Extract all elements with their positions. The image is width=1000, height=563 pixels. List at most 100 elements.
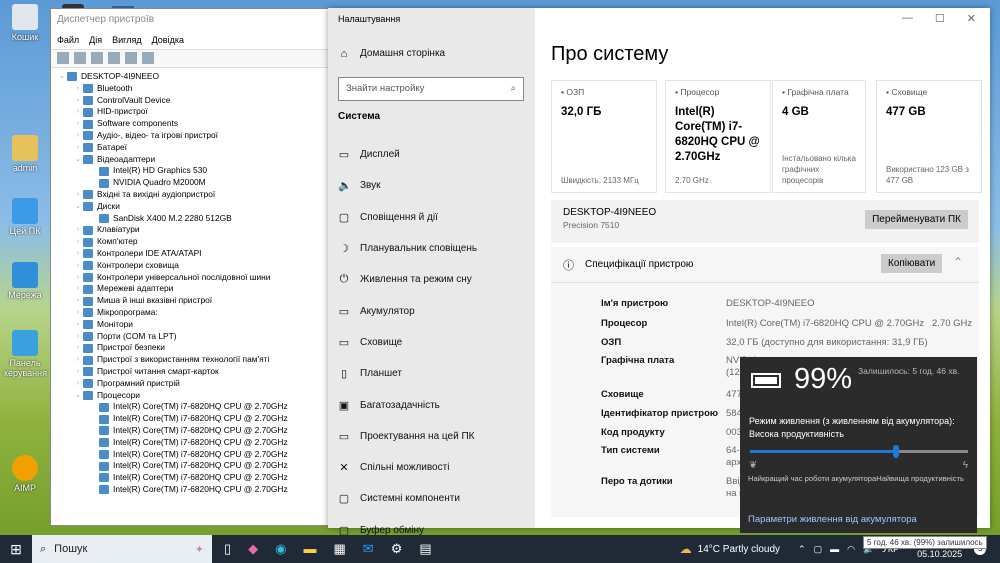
tree-category[interactable]: › HID-пристрої — [51, 106, 329, 118]
tree-root[interactable]: ⌄ DESKTOP-4I9NEEO — [51, 71, 329, 83]
help-icon[interactable] — [108, 52, 120, 64]
meet-icon[interactable]: ▢ — [814, 544, 823, 555]
tree-device[interactable]: Intel(R) Core(TM) i7-6820HQ CPU @ 2.70GH… — [51, 437, 329, 449]
expand-arrow-icon[interactable]: › — [73, 331, 83, 343]
outlook-icon[interactable]: ✉ — [363, 541, 374, 557]
expand-arrow-icon[interactable]: ⌄ — [57, 71, 67, 83]
tree-category[interactable]: › Батареї — [51, 142, 329, 154]
tree-category[interactable]: › Монітори — [51, 319, 329, 331]
clock-date[interactable]: 05.10.2025 — [917, 549, 962, 559]
collapse-chevron-icon[interactable]: ⌃ — [953, 255, 963, 269]
edge-icon[interactable]: ◉ — [275, 541, 286, 557]
tree-category[interactable]: ⌄ Процесори — [51, 390, 329, 402]
taskbar-search[interactable]: ⌕ Пошук ✦ — [32, 535, 212, 563]
expand-arrow-icon[interactable]: ⌄ — [73, 390, 83, 402]
expand-arrow-icon[interactable]: › — [73, 283, 83, 295]
tree-category[interactable]: › Software components — [51, 118, 329, 130]
tree-device[interactable]: Intel(R) Core(TM) i7-6820HQ CPU @ 2.70GH… — [51, 425, 329, 437]
explorer-icon[interactable]: ▬ — [304, 541, 317, 557]
expand-arrow-icon[interactable]: › — [73, 295, 83, 307]
nav-item[interactable]: 🔈 Звук — [328, 170, 535, 201]
menu-view[interactable]: Вигляд — [112, 35, 142, 45]
expand-arrow-icon[interactable]: ⌄ — [73, 201, 83, 213]
menu-action[interactable]: Дія — [89, 35, 102, 45]
device-manager-taskbar-icon[interactable]: ▤ — [419, 541, 431, 557]
tree-category[interactable]: › Контролери IDE ATA/ATAPI — [51, 248, 329, 260]
rename-pc-button[interactable]: Перейменувати ПК — [865, 210, 968, 229]
nav-item[interactable]: ▣ Багатозадачність — [328, 389, 535, 420]
desktop-icon-admin[interactable]: admin — [4, 135, 46, 173]
store-icon[interactable]: ▦ — [334, 541, 346, 557]
expand-arrow-icon[interactable]: › — [73, 236, 83, 248]
expand-arrow-icon[interactable]: › — [73, 189, 83, 201]
back-icon[interactable] — [57, 52, 69, 64]
nav-item[interactable]: ▭ Дисплей — [328, 139, 535, 170]
expand-arrow-icon[interactable]: › — [73, 354, 83, 366]
tree-category[interactable]: › Пристрої безпеки — [51, 342, 329, 354]
tree-category[interactable]: › Контролери сховища — [51, 260, 329, 272]
tree-device[interactable]: Intel(R) Core(TM) i7-6820HQ CPU @ 2.70GH… — [51, 484, 329, 496]
nav-item[interactable]: ▯ Планшет — [328, 358, 535, 389]
expand-arrow-icon[interactable]: › — [73, 248, 83, 260]
expand-arrow-icon[interactable]: › — [73, 319, 83, 331]
battery-tray-icon[interactable]: ▬ — [830, 544, 839, 554]
battery-settings-link[interactable]: Параметри живлення від акумулятора — [748, 514, 917, 525]
power-mode-slider[interactable] — [750, 445, 968, 458]
tree-category[interactable]: › Клавіатури — [51, 224, 329, 236]
tree-device[interactable]: SanDisk X400 M.2 2280 512GB — [51, 213, 329, 225]
menu-help[interactable]: Довідка — [152, 35, 184, 45]
settings-search-input[interactable]: Знайти настройку ⌕ — [338, 77, 524, 101]
settings-icon[interactable]: ⚙ — [391, 541, 403, 557]
wifi-icon[interactable]: ◠ — [847, 544, 855, 555]
nav-item[interactable]: ▭ Проектування на цей ПК — [328, 421, 535, 452]
tree-device[interactable]: Intel(R) HD Graphics 530 — [51, 165, 329, 177]
expand-arrow-icon[interactable]: › — [73, 260, 83, 272]
tree-category[interactable]: ⌄ Диски — [51, 201, 329, 213]
tree-device[interactable]: Intel(R) Core(TM) i7-6820HQ CPU @ 2.70GH… — [51, 460, 329, 472]
nav-item[interactable]: ▢ Системні компоненти — [328, 483, 535, 514]
tree-category[interactable]: › Пристрої з використанням технології пам… — [51, 354, 329, 366]
expand-arrow-icon[interactable]: › — [73, 342, 83, 354]
tree-device[interactable]: Intel(R) Core(TM) i7-6820HQ CPU @ 2.70GH… — [51, 401, 329, 413]
tree-category[interactable]: › Аудіо-, відео- та ігрові пристрої — [51, 130, 329, 142]
tree-category[interactable]: › Контролери універсальної послідовної ши… — [51, 272, 329, 284]
monitor-icon[interactable] — [142, 52, 154, 64]
tree-category[interactable]: › Миша й інші вказівні пристрої — [51, 295, 329, 307]
desktop-icon-control-panel[interactable]: Панель керування — [4, 330, 47, 378]
nav-item[interactable]: ⏻ Живлення та режим сну — [328, 264, 535, 295]
expand-arrow-icon[interactable]: › — [73, 130, 83, 142]
tree-category[interactable]: › Мікропрограма: — [51, 307, 329, 319]
home-link[interactable]: ⌂ Домашня сторінка — [328, 38, 535, 69]
weather-text[interactable]: 14°C Partly cloudy — [698, 544, 780, 555]
nav-item[interactable]: ▢ Сповіщення й дії — [328, 202, 535, 233]
copilot-app-icon[interactable]: ◆ — [248, 541, 258, 557]
expand-arrow-icon[interactable]: › — [73, 83, 83, 95]
tree-device[interactable]: Intel(R) Core(TM) i7-6820HQ CPU @ 2.70GH… — [51, 449, 329, 461]
tree-category[interactable]: › Вхідні та вихідні аудіопристрої — [51, 189, 329, 201]
nav-item[interactable]: ✕ Спільні можливості — [328, 452, 535, 483]
desktop-icon-network[interactable]: Мережа — [4, 262, 46, 300]
expand-arrow-icon[interactable]: › — [73, 366, 83, 378]
expand-arrow-icon[interactable]: ⌄ — [73, 154, 83, 166]
desktop-icon-aimp[interactable]: AIMP — [4, 455, 46, 493]
tree-device[interactable]: Intel(R) Core(TM) i7-6820HQ CPU @ 2.70GH… — [51, 472, 329, 484]
menu-file[interactable]: Файл — [57, 35, 79, 45]
view-icon[interactable] — [125, 52, 137, 64]
expand-arrow-icon[interactable]: › — [73, 272, 83, 284]
expand-arrow-icon[interactable]: › — [73, 378, 83, 390]
tray-overflow-icon[interactable]: ⌃ — [798, 544, 806, 555]
tree-category[interactable]: › Комп'ютер — [51, 236, 329, 248]
task-view-icon[interactable]: ▯ — [224, 541, 231, 557]
start-button[interactable]: ⊞ — [0, 541, 32, 558]
properties-icon[interactable] — [91, 52, 103, 64]
copy-button[interactable]: Копіювати — [881, 254, 943, 273]
expand-arrow-icon[interactable]: › — [73, 118, 83, 130]
expand-arrow-icon[interactable]: › — [73, 95, 83, 107]
expand-arrow-icon[interactable]: › — [73, 307, 83, 319]
nav-item[interactable]: ▭ Акумулятор — [328, 295, 535, 326]
expand-arrow-icon[interactable]: › — [73, 106, 83, 118]
expand-arrow-icon[interactable]: › — [73, 142, 83, 154]
tree-category[interactable]: › Програмний пристрій — [51, 378, 329, 390]
nav-item[interactable]: ☽ Планувальник сповіщень — [328, 233, 535, 264]
tree-category[interactable]: › ControlVault Device — [51, 95, 329, 107]
